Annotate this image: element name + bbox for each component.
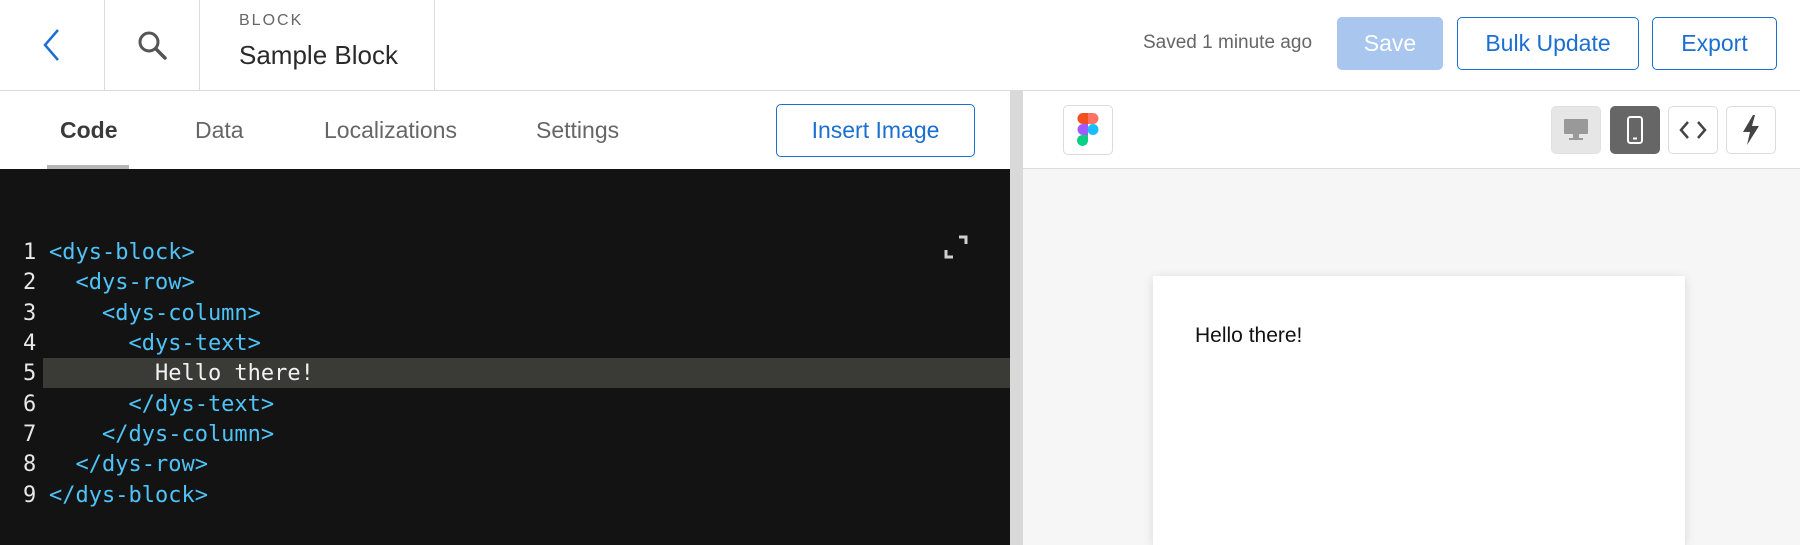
page-title: Sample Block xyxy=(239,40,398,70)
code-line: 6 </dys-text> xyxy=(0,389,1010,419)
mobile-view-button[interactable] xyxy=(1610,106,1660,154)
mobile-icon xyxy=(1627,116,1643,144)
search-button[interactable] xyxy=(105,0,200,90)
line-number: 6 xyxy=(23,391,37,417)
top-header: BLOCK Sample Block Saved 1 minute ago Sa… xyxy=(0,0,1800,91)
chevron-left-icon xyxy=(43,29,59,61)
code-text: </dys-column> xyxy=(49,421,275,447)
desktop-icon xyxy=(1564,119,1588,140)
fullscreen-expand-icon[interactable] xyxy=(943,234,969,260)
code-text: </dys-block> xyxy=(49,482,208,508)
code-text: <dys-block> xyxy=(49,239,195,265)
code-line: 1 <dys-block> xyxy=(0,237,1010,267)
code-line: 9 </dys-block> xyxy=(0,480,1010,510)
code-text: </dys-text> xyxy=(49,391,275,417)
code-view-button[interactable] xyxy=(1668,106,1718,154)
line-number: 4 xyxy=(23,330,37,356)
line-number: 8 xyxy=(23,451,37,477)
line-number: 9 xyxy=(23,482,37,508)
code-icon xyxy=(1679,121,1707,139)
code-line: 8 </dys-row> xyxy=(0,449,1010,479)
code-line: 7 </dys-column> xyxy=(0,419,1010,449)
figma-button[interactable] xyxy=(1063,105,1113,155)
bulk-update-button[interactable]: Bulk Update xyxy=(1457,17,1639,70)
line-number: 5 xyxy=(23,360,37,386)
code-text: <dys-row> xyxy=(49,269,195,295)
code-text: </dys-row> xyxy=(49,451,208,477)
save-button[interactable]: Save xyxy=(1337,17,1443,70)
flash-button[interactable] xyxy=(1726,106,1776,154)
line-number: 3 xyxy=(23,300,37,326)
insert-image-button[interactable]: Insert Image xyxy=(776,104,975,157)
code-text: <dys-text> xyxy=(49,330,261,356)
line-number: 7 xyxy=(23,421,37,447)
search-icon xyxy=(138,31,167,60)
code-line: 2 <dys-row> xyxy=(0,267,1010,297)
lightning-icon xyxy=(1743,115,1759,145)
editor-panel: Code Data Localizations Settings Insert … xyxy=(0,91,1010,545)
tab-settings[interactable]: Settings xyxy=(536,117,619,144)
code-line-highlighted: 5 Hello there! xyxy=(23,358,1010,388)
code-text: <dys-column> xyxy=(49,300,261,326)
code-line: 4 <dys-text> xyxy=(0,328,1010,358)
desktop-view-button[interactable] xyxy=(1551,106,1601,154)
preview-toolbar xyxy=(1023,91,1800,169)
figma-icon xyxy=(1077,113,1099,146)
preview-text: Hello there! xyxy=(1195,324,1303,347)
panel-resize-handle[interactable] xyxy=(1010,91,1023,545)
code-line: 3 <dys-column> xyxy=(0,298,1010,328)
back-button[interactable] xyxy=(0,0,105,90)
preview-panel: Hello there! xyxy=(1023,91,1800,545)
code-editor[interactable]: 1 <dys-block> 2 <dys-row> 3 <dys-column> … xyxy=(0,169,1010,545)
export-button[interactable]: Export xyxy=(1652,17,1777,70)
tab-code[interactable]: Code xyxy=(60,117,118,144)
tab-data[interactable]: Data xyxy=(195,117,244,144)
entity-type-label: BLOCK xyxy=(239,12,304,29)
preview-frame: Hello there! xyxy=(1153,276,1685,545)
tab-localizations[interactable]: Localizations xyxy=(324,117,457,144)
code-text: Hello there! xyxy=(49,360,314,386)
line-number: 1 xyxy=(23,239,37,265)
editor-tabs: Code Data Localizations Settings Insert … xyxy=(0,91,1010,169)
line-number: 2 xyxy=(23,269,37,295)
block-title-area: BLOCK Sample Block xyxy=(200,0,435,90)
saved-status: Saved 1 minute ago xyxy=(1143,32,1313,53)
